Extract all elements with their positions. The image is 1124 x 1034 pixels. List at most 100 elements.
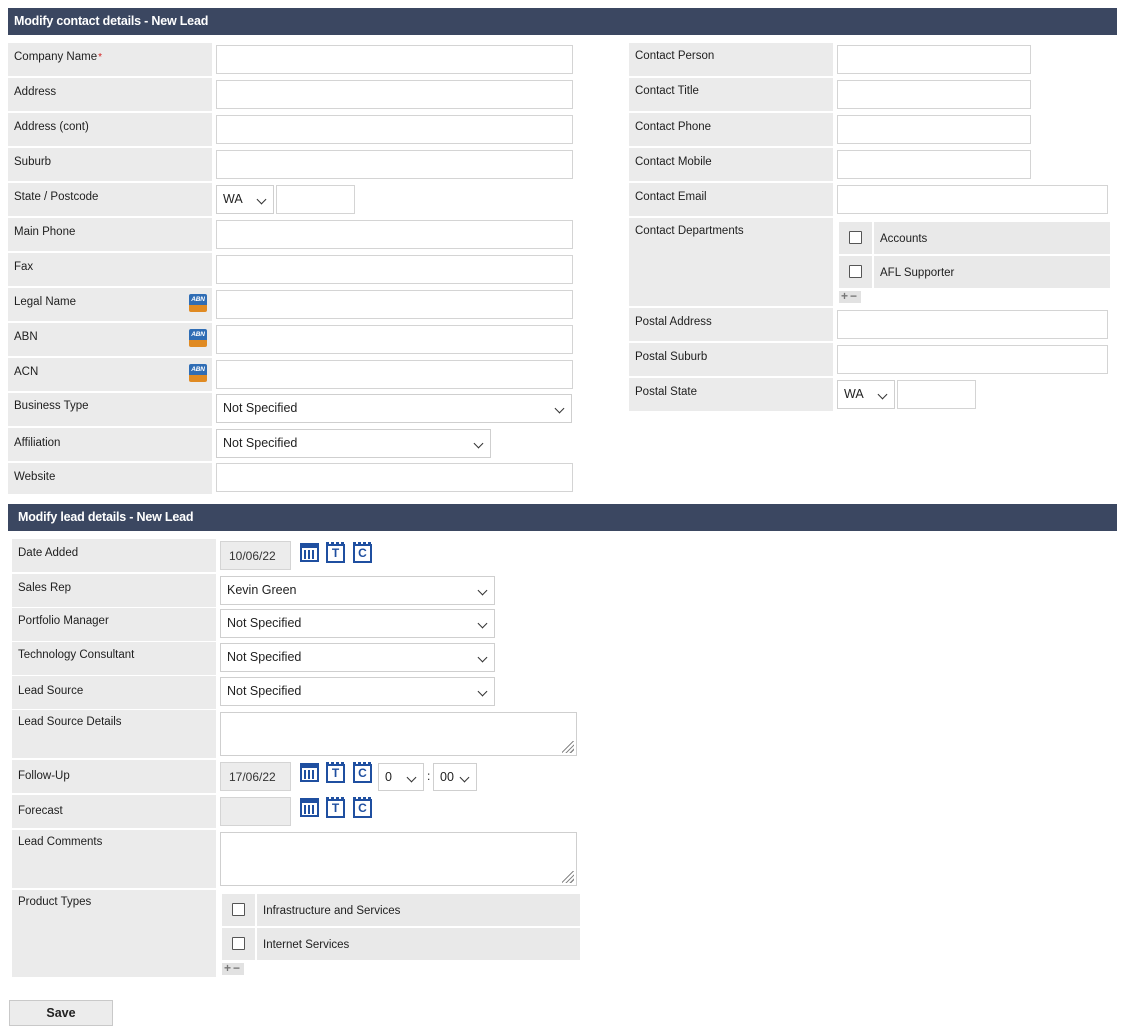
time-separator: :: [427, 769, 431, 783]
postal-postcode-input[interactable]: [897, 380, 976, 409]
department-checkbox-afl-supporter[interactable]: [849, 265, 862, 278]
today-icon[interactable]: T: [326, 797, 345, 818]
product-type-label: Infrastructure and Services: [263, 905, 401, 917]
label-contact-person: Contact Person: [629, 43, 833, 76]
address-cont-input[interactable]: [216, 115, 573, 144]
lead-section-header: Modify lead details - New Lead: [8, 504, 1117, 531]
label-product-types: Product Types: [12, 890, 216, 977]
calendar-icon[interactable]: [300, 763, 319, 782]
label-contact-email: Contact Email: [629, 183, 833, 216]
contact-section-header: Modify contact details - New Lead: [8, 8, 1117, 35]
label-address-cont: Address (cont): [8, 113, 212, 146]
today-icon[interactable]: T: [326, 542, 345, 563]
chevron-down-icon: [477, 585, 488, 596]
affiliation-select[interactable]: Not Specified: [216, 429, 491, 458]
abn-lookup-icon[interactable]: ABN: [189, 329, 207, 347]
chevron-down-icon: [473, 438, 484, 449]
chevron-down-icon: [256, 194, 267, 205]
business-type-select[interactable]: Not Specified: [216, 394, 572, 423]
chevron-down-icon: [477, 652, 488, 663]
abn-input[interactable]: [216, 325, 573, 354]
abn-lookup-icon[interactable]: ABN: [189, 364, 207, 382]
follow-up-date-input[interactable]: 17/06/22: [220, 762, 291, 791]
fax-input[interactable]: [216, 255, 573, 284]
chevron-down-icon: [406, 772, 417, 783]
lead-source-details-textarea[interactable]: [220, 712, 577, 756]
product-type-label: Internet Services: [263, 939, 350, 951]
clear-date-icon[interactable]: C: [353, 542, 372, 563]
acn-input[interactable]: [216, 360, 573, 389]
follow-up-minute-select[interactable]: 00: [433, 763, 477, 791]
contact-mobile-input[interactable]: [837, 150, 1031, 179]
label-business-type: Business Type: [8, 393, 212, 426]
label-follow-up: Follow-Up: [12, 760, 216, 793]
postal-suburb-input[interactable]: [837, 345, 1108, 374]
label-acn: ACN: [8, 358, 212, 391]
website-input[interactable]: [216, 463, 573, 492]
label-contact-title: Contact Title: [629, 78, 833, 111]
label-postal-suburb: Postal Suburb: [629, 343, 833, 376]
chevron-down-icon: [477, 686, 488, 697]
label-lead-source: Lead Source: [12, 676, 216, 709]
chevron-down-icon: [877, 389, 888, 400]
sales-rep-select[interactable]: Kevin Green: [220, 576, 495, 605]
calendar-icon[interactable]: [300, 543, 319, 562]
company-name-input[interactable]: [216, 45, 573, 74]
date-added-input[interactable]: 10/06/22: [220, 541, 291, 570]
postal-state-select[interactable]: WA: [837, 380, 895, 409]
product-type-checkbox-internet[interactable]: [232, 937, 245, 950]
department-label: Accounts: [880, 233, 928, 245]
chevron-down-icon: [554, 403, 565, 414]
label-contact-departments: Contact Departments: [629, 218, 833, 306]
label-address: Address: [8, 78, 212, 111]
clear-date-icon[interactable]: C: [353, 797, 372, 818]
label-state-postcode: State / Postcode: [8, 183, 212, 216]
department-checkbox-accounts[interactable]: [849, 231, 862, 244]
label-technology-consultant: Technology Consultant: [12, 642, 216, 675]
today-icon[interactable]: T: [326, 762, 345, 783]
label-legal-name: Legal Name: [8, 288, 212, 321]
product-type-checkbox-infrastructure[interactable]: [232, 903, 245, 916]
label-sales-rep: Sales Rep: [12, 574, 216, 607]
required-marker: *: [98, 52, 102, 63]
contact-title-input[interactable]: [837, 80, 1031, 109]
chevron-down-icon: [459, 772, 470, 783]
chevron-down-icon: [477, 618, 488, 629]
state-select[interactable]: WA: [216, 185, 274, 214]
save-button[interactable]: Save: [9, 1000, 113, 1026]
portfolio-manager-select[interactable]: Not Specified: [220, 609, 495, 638]
label-portfolio-manager: Portfolio Manager: [12, 608, 216, 641]
contact-phone-input[interactable]: [837, 115, 1031, 144]
contact-email-input[interactable]: [837, 185, 1108, 214]
contact-person-input[interactable]: [837, 45, 1031, 74]
resize-grip-icon[interactable]: [562, 741, 574, 753]
address-input[interactable]: [216, 80, 573, 109]
label-abn: ABN: [8, 323, 212, 356]
label-lead-source-details: Lead Source Details: [12, 710, 216, 758]
resize-grip-icon[interactable]: [562, 871, 574, 883]
label-lead-comments: Lead Comments: [12, 830, 216, 888]
postcode-input[interactable]: [276, 185, 355, 214]
add-remove-product-type-buttons[interactable]: +−: [222, 962, 245, 975]
label-forecast: Forecast: [12, 795, 216, 828]
technology-consultant-select[interactable]: Not Specified: [220, 643, 495, 672]
label-date-added: Date Added: [12, 539, 216, 572]
label-postal-state: Postal State: [629, 378, 833, 411]
add-remove-department-buttons[interactable]: +−: [839, 290, 862, 303]
legal-name-input[interactable]: [216, 290, 573, 319]
forecast-input[interactable]: [220, 797, 291, 826]
main-phone-input[interactable]: [216, 220, 573, 249]
abn-lookup-icon[interactable]: ABN: [189, 294, 207, 312]
label-affiliation: Affiliation: [8, 428, 212, 461]
suburb-input[interactable]: [216, 150, 573, 179]
label-fax: Fax: [8, 253, 212, 286]
label-website: Website: [8, 463, 212, 494]
label-suburb: Suburb: [8, 148, 212, 181]
label-company-name: Company Name*: [8, 43, 212, 76]
lead-source-select[interactable]: Not Specified: [220, 677, 495, 706]
follow-up-hour-select[interactable]: 0: [378, 763, 424, 791]
lead-comments-textarea[interactable]: [220, 832, 577, 886]
clear-date-icon[interactable]: C: [353, 762, 372, 783]
calendar-icon[interactable]: [300, 798, 319, 817]
postal-address-input[interactable]: [837, 310, 1108, 339]
